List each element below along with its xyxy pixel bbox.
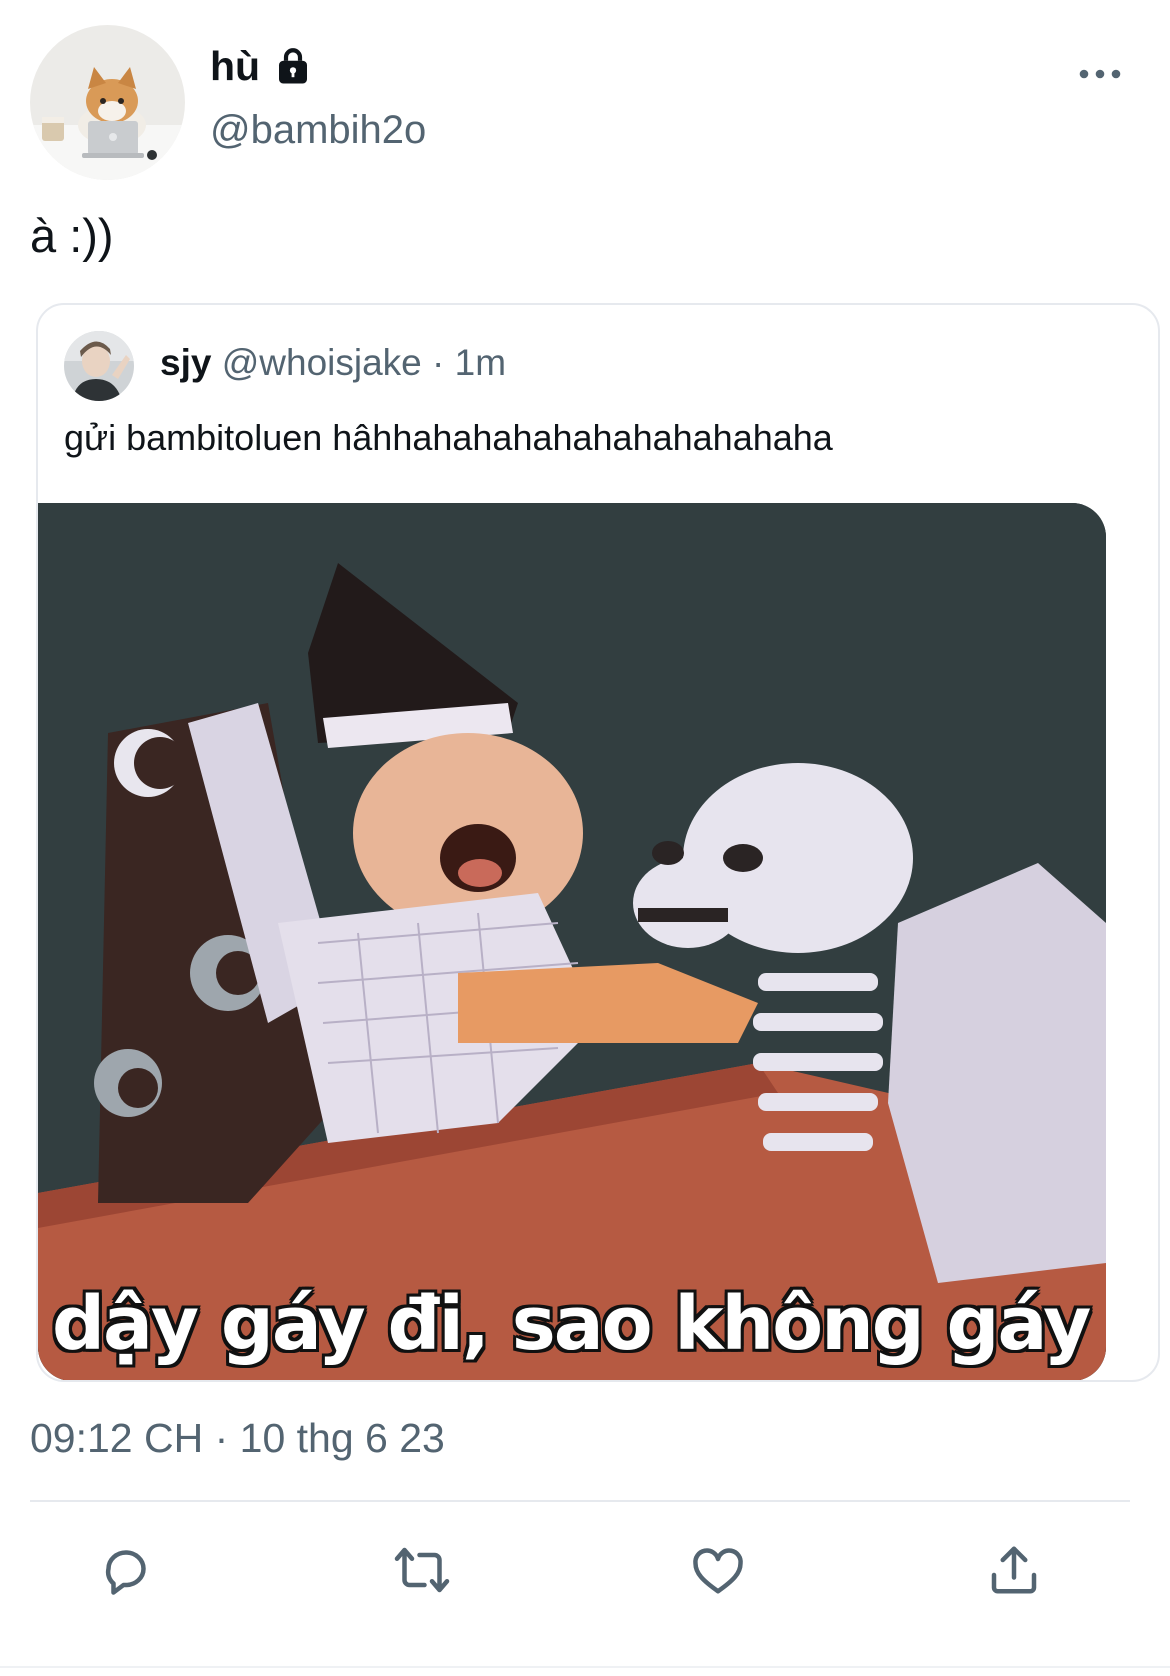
- retweet-icon: [394, 1547, 450, 1593]
- reply-button[interactable]: [94, 1538, 158, 1602]
- quoted-header: sjy @whoisjake · 1m: [160, 341, 506, 385]
- bottom-divider: [0, 1666, 1170, 1668]
- more-icon: [1079, 69, 1121, 79]
- more-options-button[interactable]: [1070, 52, 1130, 96]
- author-handle[interactable]: @bambih2o: [210, 108, 426, 152]
- author-display-name[interactable]: hù: [210, 45, 260, 87]
- meme-illustration: [38, 503, 1106, 1380]
- retweet-button[interactable]: [390, 1538, 454, 1602]
- lock-icon: [279, 48, 308, 84]
- quoted-time: · 1m: [432, 342, 507, 383]
- quoted-handle[interactable]: @whoisjake: [222, 342, 422, 383]
- author-avatar[interactable]: [30, 25, 185, 180]
- quoted-media-image[interactable]: dậy gáy đi, sao không gáy nữa: [38, 503, 1106, 1380]
- meme-caption: dậy gáy đi, sao không gáy nữa: [52, 1281, 1106, 1367]
- divider: [30, 1500, 1130, 1502]
- like-button[interactable]: [686, 1538, 750, 1602]
- tweet-text: à :)): [30, 209, 114, 262]
- cat-avatar-image: [30, 25, 185, 180]
- quoted-text: gửi bambitoluen hâhhahahahahahahahahahah…: [64, 417, 833, 458]
- author-name-row[interactable]: hù: [210, 38, 314, 94]
- quoted-author-avatar[interactable]: [64, 331, 134, 401]
- tweet-timestamp[interactable]: 09:12 CH · 10 thg 6 23: [30, 1414, 445, 1463]
- share-button[interactable]: [982, 1538, 1046, 1602]
- quoted-tweet[interactable]: sjy @whoisjake · 1m gửi bambitoluen hâhh…: [36, 303, 1160, 1382]
- reply-icon: [105, 1550, 146, 1595]
- quoted-display-name[interactable]: sjy: [160, 342, 211, 383]
- person-avatar-image: [64, 331, 134, 401]
- heart-icon: [693, 1548, 743, 1594]
- share-icon: [991, 1546, 1037, 1594]
